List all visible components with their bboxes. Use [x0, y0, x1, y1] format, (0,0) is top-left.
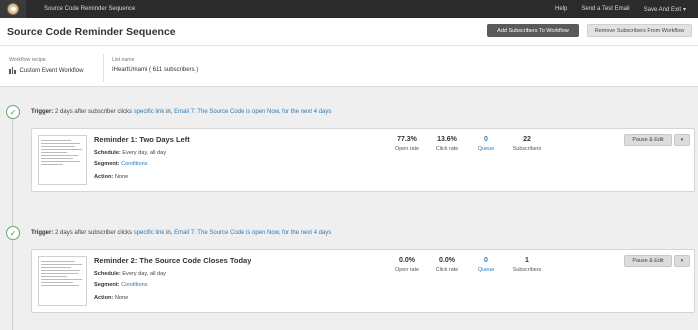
topbar-actions: Help Send a Test Email Save And Exit ▾ [555, 6, 698, 13]
email-preview-thumbnail[interactable] [38, 135, 87, 185]
schedule-value: Every day, all day [120, 271, 167, 277]
action-value: None [113, 295, 129, 301]
stat-value: 77.3% [397, 136, 417, 143]
stat-label: Click rate [435, 146, 459, 152]
specific-link[interactable]: specific link [134, 230, 165, 236]
trigger-desc: 2 days after subscriber clicks [53, 230, 134, 236]
stat-value: 0 [484, 257, 488, 264]
open-rate-stat: 0.0% Open rate [385, 257, 429, 273]
stat-value: 1 [525, 257, 529, 264]
email-title: Reminder 2: The Source Code Closes Today [94, 256, 252, 265]
schedule-label: Schedule: [94, 150, 121, 156]
chevron-down-icon[interactable]: ▾ [674, 255, 690, 267]
segment-label: Segment: [94, 282, 120, 288]
save-and-exit-menu[interactable]: Save And Exit ▾ [644, 6, 686, 13]
email-preview-thumbnail[interactable] [38, 256, 87, 306]
trigger-text: Trigger: 2 days after subscriber clicks … [31, 109, 331, 115]
check-icon: ✓ [6, 105, 20, 119]
recipe-label: Workflow recipe [9, 57, 46, 63]
stat-label: Open rate [395, 267, 419, 273]
stat-label: Queue [477, 146, 495, 152]
subscribers-stat: 1 Subscribers [505, 257, 549, 273]
recipe-value-row: Custom Event Workflow [9, 67, 83, 74]
open-rate-stat: 77.3% Open rate [385, 136, 429, 152]
trigger-mid: in, [164, 109, 175, 115]
schedule-row: Schedule: Every day, all day [94, 271, 166, 277]
send-test-email-link[interactable]: Send a Test Email [581, 6, 629, 12]
workflow-icon [9, 67, 16, 74]
pause-edit-button[interactable]: Pause & Edit [624, 255, 672, 267]
stat-label: Queue [477, 267, 495, 273]
action-label: Action: [94, 295, 114, 301]
page-title: Source Code Reminder Sequence [7, 25, 176, 38]
action-label: Action: [94, 174, 114, 180]
specific-link[interactable]: specific link [134, 109, 165, 115]
remove-subscribers-button[interactable]: Remove Subscribers From Workflow [587, 24, 692, 37]
mailchimp-logo[interactable] [0, 0, 26, 18]
check-icon: ✓ [6, 226, 20, 240]
click-rate-stat: 0.0% Click rate [425, 257, 469, 273]
pause-edit-button[interactable]: Pause & Edit [624, 134, 672, 146]
recipe-value: Custom Event Workflow [19, 67, 84, 74]
workflow-meta: Workflow recipe Custom Event Workflow Li… [0, 46, 698, 87]
top-bar: Source Code Reminder Sequence Help Send … [0, 0, 698, 18]
segment-row: Segment: Conditions [94, 161, 148, 167]
stat-label: Open rate [395, 146, 419, 152]
trigger-text: Trigger: 2 days after subscriber clicks … [31, 230, 331, 236]
stat-value: 22 [523, 136, 531, 143]
save-and-exit-label: Save And Exit [643, 6, 681, 13]
topbar-title: Source Code Reminder Sequence [44, 6, 136, 12]
action-value: None [113, 174, 129, 180]
timeline-connector [12, 118, 13, 228]
email-card: Reminder 1: Two Days Left Schedule: Ever… [31, 128, 695, 192]
chevron-down-icon[interactable]: ▾ [674, 134, 690, 146]
subscribers-stat: 22 Subscribers [505, 136, 549, 152]
meta-divider [103, 54, 104, 82]
help-link[interactable]: Help [555, 6, 567, 12]
stat-label: Click rate [435, 267, 459, 273]
segment-conditions-link[interactable]: Conditions [121, 282, 147, 288]
schedule-value: Every day, all day [120, 150, 167, 156]
logo-icon [7, 3, 19, 15]
chevron-down-icon: ▾ [682, 6, 686, 13]
email-card: Reminder 2: The Source Code Closes Today… [31, 249, 695, 313]
action-row: Action: None [94, 174, 128, 180]
trigger-email-link[interactable]: Email 7: The Source Code is open Now, fo… [174, 109, 331, 115]
segment-label: Segment: [94, 161, 120, 167]
list-label: List name [112, 57, 135, 63]
stat-value: 0.0% [399, 257, 415, 264]
schedule-label: Schedule: [94, 271, 121, 277]
queue-stat[interactable]: 0 Queue [464, 257, 508, 273]
trigger-mid: in, [164, 230, 175, 236]
trigger-desc: 2 days after subscriber clicks [53, 109, 134, 115]
click-rate-stat: 13.6% Click rate [425, 136, 469, 152]
stat-label: Subscribers [512, 267, 542, 273]
segment-row: Segment: Conditions [94, 282, 148, 288]
page-header: Source Code Reminder Sequence Add Subscr… [0, 18, 698, 46]
list-value: IHeartUmami ( 611 subscribers ) [112, 67, 199, 73]
action-row: Action: None [94, 295, 128, 301]
segment-conditions-link[interactable]: Conditions [121, 161, 147, 167]
add-subscribers-button[interactable]: Add Subscribers To Workflow [487, 24, 579, 37]
workflow-recipe: Workflow recipe Custom Event Workflow [9, 57, 83, 74]
trigger-email-link[interactable]: Email 7: The Source Code is open Now, fo… [174, 230, 331, 236]
list-name: List name IHeartUmami ( 611 subscribers … [112, 57, 198, 73]
stat-label: Subscribers [512, 146, 542, 152]
schedule-row: Schedule: Every day, all day [94, 150, 166, 156]
timeline-connector [12, 240, 13, 330]
queue-stat[interactable]: 0 Queue [464, 136, 508, 152]
stat-value: 13.6% [437, 136, 457, 143]
stat-value: 0.0% [439, 257, 455, 264]
trigger-label: Trigger: [31, 109, 54, 115]
trigger-label: Trigger: [31, 230, 54, 236]
stat-value: 0 [484, 136, 488, 143]
email-title: Reminder 1: Two Days Left [94, 135, 190, 144]
